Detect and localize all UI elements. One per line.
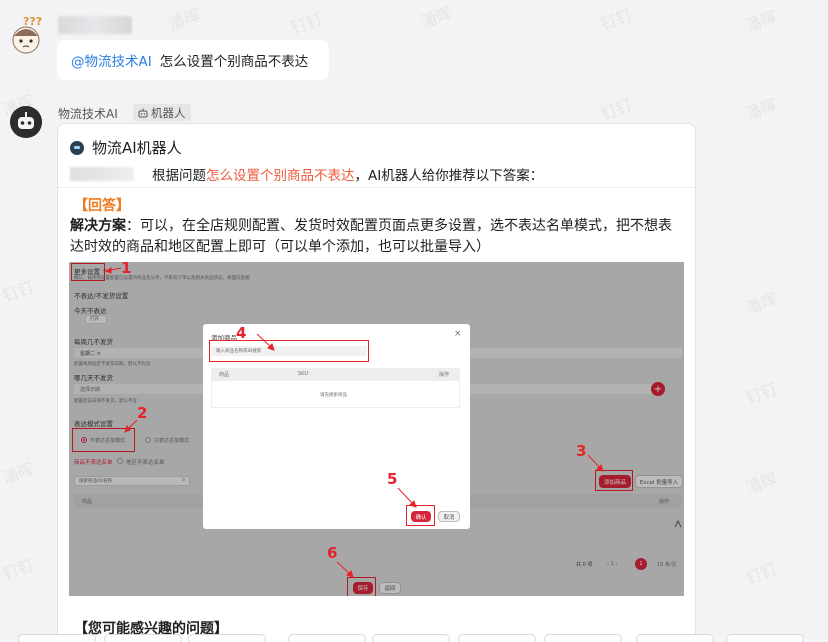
watermark: 潘晖	[166, 5, 203, 34]
svg-text:???: ???	[23, 15, 42, 28]
watermark: 钉钉	[743, 379, 780, 408]
card-sub-suffix: ，AI机器人给你推荐以下答案：	[354, 168, 544, 184]
suggestion-chip[interactable]	[458, 634, 536, 642]
watermark: 钉钉	[288, 9, 325, 38]
watermark: 钉钉	[598, 95, 635, 124]
divider	[58, 187, 695, 188]
suggestion-chip[interactable]	[104, 634, 182, 642]
watermark: 钉钉	[0, 277, 37, 306]
bot-tag-label: 机器人	[151, 105, 186, 120]
solution-text: 解决方案：可以，在全店规则配置、发货时效配置页面点更多设置，选不表达名单模式，把…	[70, 216, 682, 258]
suggestion-chip[interactable]	[726, 634, 804, 642]
step-label-1: 1	[121, 262, 132, 277]
step-label-4: 4	[236, 324, 247, 342]
answer-tag: 【回答】	[74, 198, 130, 214]
suggestion-chip[interactable]	[544, 634, 622, 642]
watermark: 潘晖	[743, 289, 780, 318]
answer-screenshot[interactable]: 更多设置 ^ 确认，被依照设置配置已设置的商品及分享，不影响下单以及相关商品状态…	[69, 262, 684, 596]
blurred-user-name	[70, 167, 134, 181]
card-title: 物流AI机器人	[92, 139, 182, 157]
step-label-5: 5	[387, 470, 398, 488]
watermark: 钉钉	[0, 555, 37, 584]
solution-label: 解决方案	[70, 218, 126, 234]
card-sub-prefix: 根据问题	[152, 168, 206, 184]
suggestion-chips	[0, 634, 828, 642]
suggestion-chip[interactable]	[288, 634, 366, 642]
user-message-bubble[interactable]: @物流技术AI 怎么设置个别商品不表达	[57, 40, 329, 80]
watermark: 潘晖	[743, 95, 780, 124]
suggestion-chip[interactable]	[636, 634, 714, 642]
card-subtitle: 根据问题 怎么设置个别商品不表达 ，AI机器人给你推荐以下答案：	[70, 164, 543, 184]
bot-name[interactable]: 物流技术AI	[58, 105, 118, 122]
watermark: 潘晖	[418, 3, 455, 32]
step-label-2: 2	[137, 404, 148, 422]
bot-answer-card: 物流AI机器人 根据问题 怎么设置个别商品不表达 ，AI机器人给你推荐以下答案：…	[57, 123, 696, 642]
card-sub-highlight: 怎么设置个别商品不表达	[206, 168, 355, 184]
user-name-blurred	[58, 16, 132, 34]
robot-icon	[138, 108, 148, 117]
user-avatar[interactable]: ???	[10, 14, 44, 54]
step-label-6: 6	[327, 544, 338, 562]
bot-tag: 机器人	[133, 104, 191, 121]
mention-link[interactable]: @物流技术AI	[71, 50, 152, 70]
user-message-text: 怎么设置个别商品不表达	[159, 54, 309, 70]
watermark: 潘晖	[743, 7, 780, 36]
solution-body: ：可以，在全店规则配置、发货时效配置页面点更多设置，选不表达名单模式，把不想表达…	[70, 218, 672, 255]
bot-avatar[interactable]	[10, 106, 42, 138]
watermark: 钉钉	[598, 5, 635, 34]
watermark: 潘晖	[743, 469, 780, 498]
suggestion-chip[interactable]	[18, 634, 96, 642]
step-arrows	[104, 267, 682, 578]
watermark: 钉钉	[743, 559, 780, 588]
step-label-3: 3	[576, 442, 587, 460]
bot-logo-icon	[70, 140, 84, 155]
suggestion-chip[interactable]	[372, 634, 450, 642]
watermark: 潘晖	[0, 459, 37, 488]
card-header: 物流AI机器人	[70, 137, 182, 158]
suggestion-chip[interactable]	[188, 634, 266, 642]
